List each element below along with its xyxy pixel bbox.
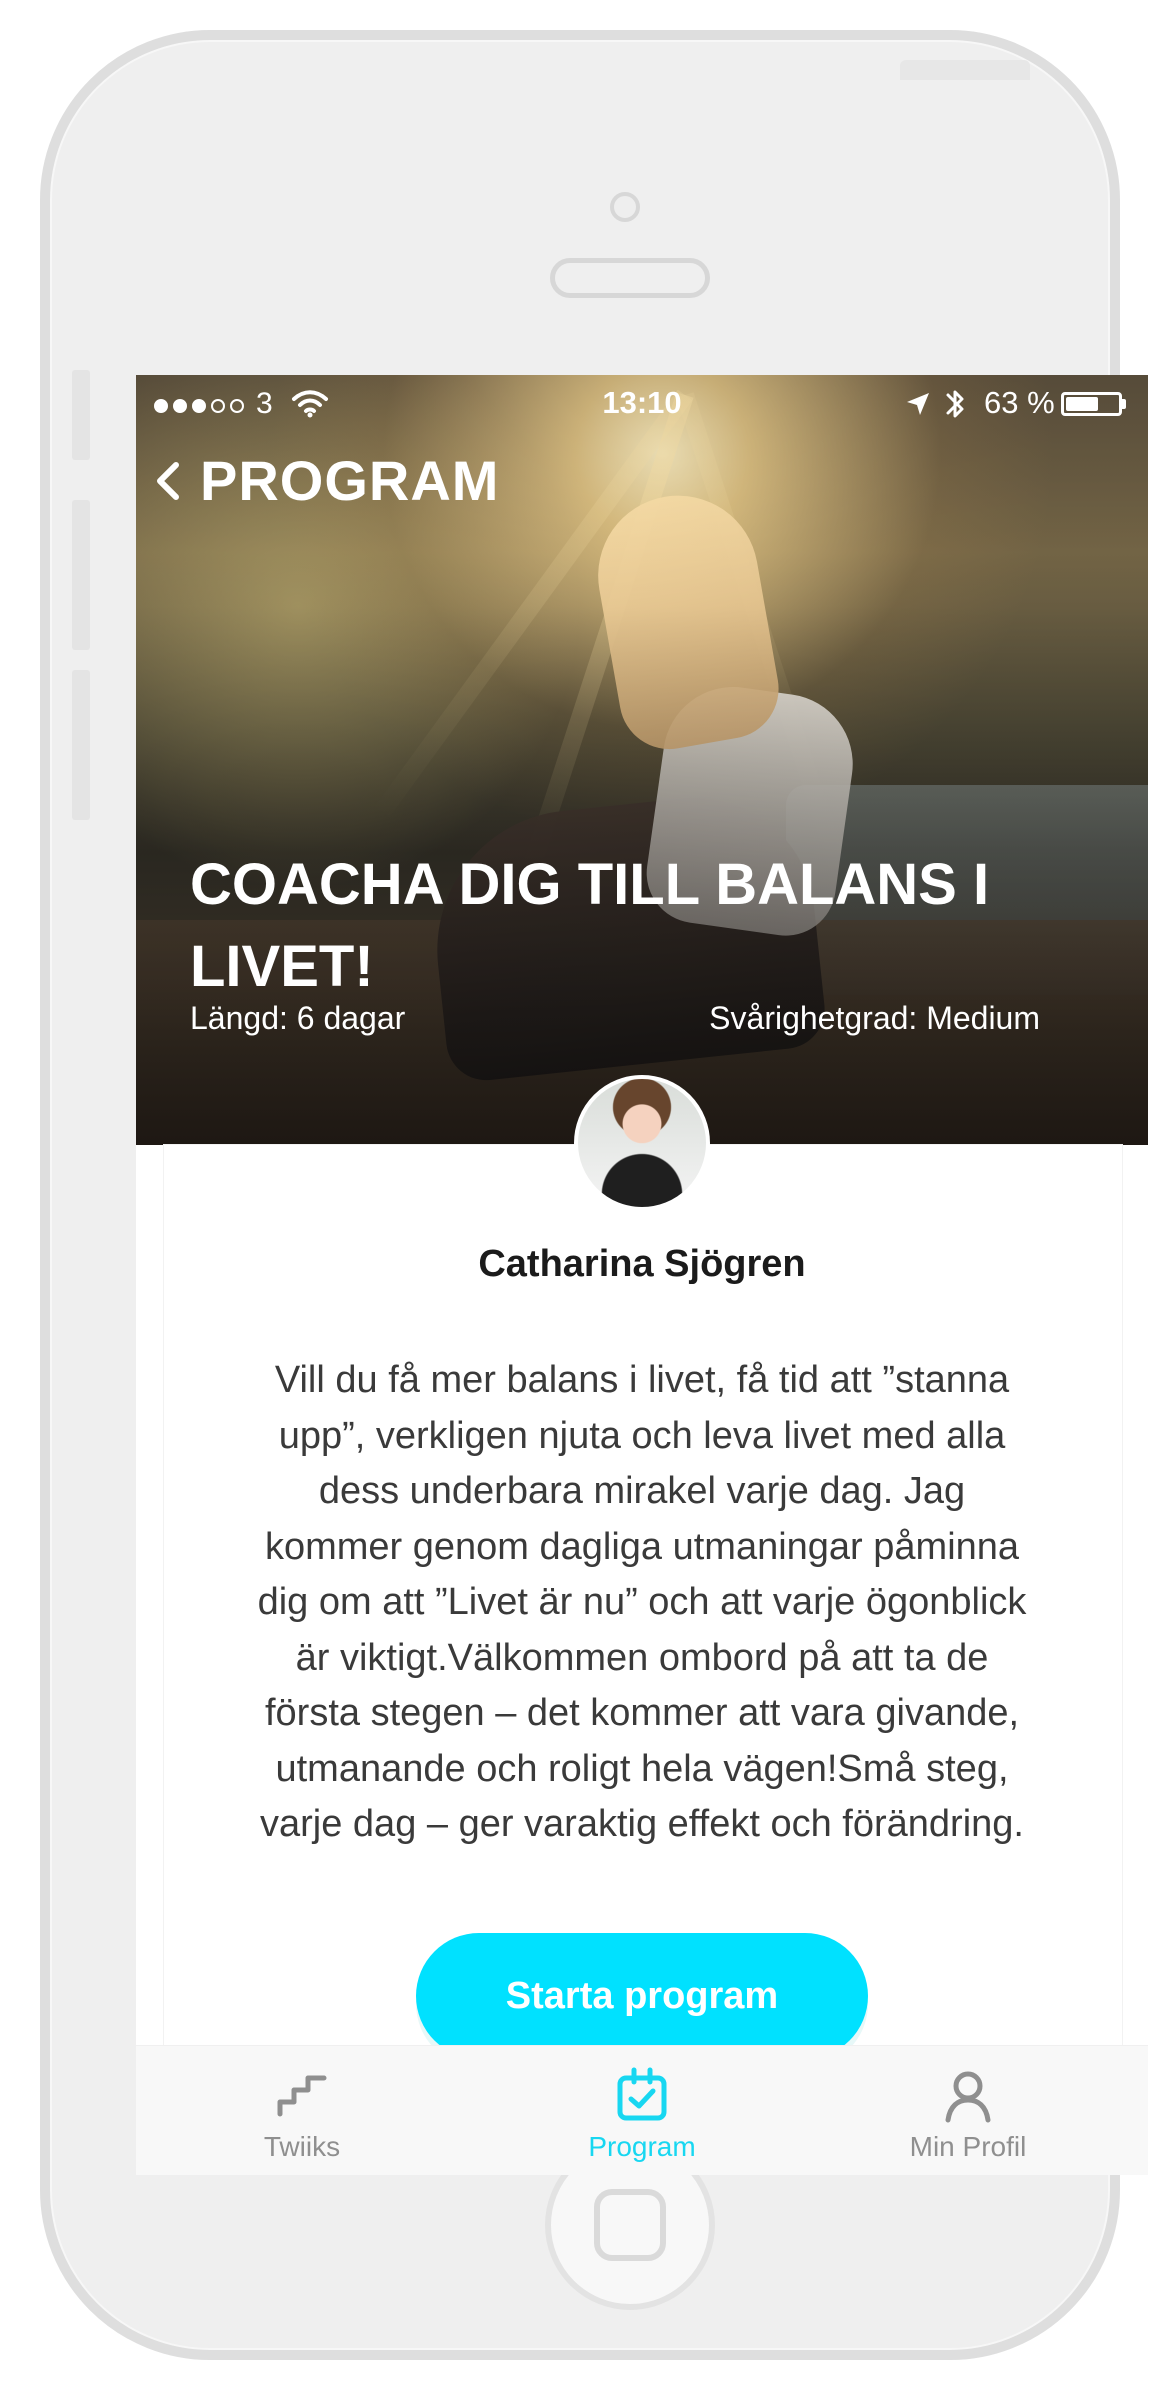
location-arrow-icon: [907, 393, 929, 415]
bluetooth-icon: [946, 390, 964, 418]
start-program-button[interactable]: Starta program: [416, 1933, 868, 2059]
bottom-tab-bar: Twiiks Program Min Profil: [136, 2045, 1148, 2175]
phone-frame: 3 13:10 63 % PROGRAM COACHA DIG TILL BAL…: [40, 30, 1148, 2360]
tab-label: Program: [588, 2131, 696, 2162]
mute-switch: [72, 370, 90, 460]
tab-twiiks[interactable]: Twiiks: [192, 2066, 412, 2162]
calendar-check-icon: [617, 2067, 667, 2121]
user-icon: [945, 2071, 991, 2123]
battery-tip: [1122, 399, 1126, 409]
power-button: [900, 60, 1030, 80]
nav-title: PROGRAM: [200, 449, 500, 512]
earpiece-speaker: [550, 258, 710, 298]
chevron-left-icon[interactable]: [154, 461, 182, 501]
program-difficulty: Svårighetgrad: Medium: [709, 1000, 1040, 1036]
program-hero-image: 3 13:10 63 % PROGRAM COACHA DIG TILL BAL…: [136, 375, 1148, 1145]
app-screen: 3 13:10 63 % PROGRAM COACHA DIG TILL BAL…: [136, 375, 1148, 2175]
stairs-icon: [277, 2075, 327, 2117]
volume-down-button: [72, 670, 90, 820]
program-description: Vill du få mer balans i livet, få tid at…: [257, 1359, 1027, 1845]
back-navigation[interactable]: PROGRAM: [154, 453, 499, 509]
home-button-square-icon: [594, 2189, 666, 2261]
battery-icon: [1061, 392, 1122, 416]
battery-fill: [1066, 397, 1098, 411]
program-length: Längd: 6 dagar: [190, 1000, 406, 1036]
tab-label: Twiiks: [263, 2131, 341, 2162]
battery-percentage: 63 %: [984, 385, 1055, 420]
coach-avatar: [574, 1075, 710, 1211]
volume-up-button: [72, 500, 90, 650]
tab-min-profil[interactable]: Min Profil: [858, 2066, 1078, 2162]
status-bar: 3 13:10 63 %: [136, 375, 1148, 435]
program-title: COACHA DIG TILL BALANS I LIVET!: [190, 851, 990, 999]
tab-program[interactable]: Program: [532, 2066, 752, 2162]
coach-name: Catharina Sjögren: [478, 1243, 806, 1285]
tab-label: Min Profil: [909, 2131, 1027, 2162]
front-camera: [610, 192, 640, 222]
